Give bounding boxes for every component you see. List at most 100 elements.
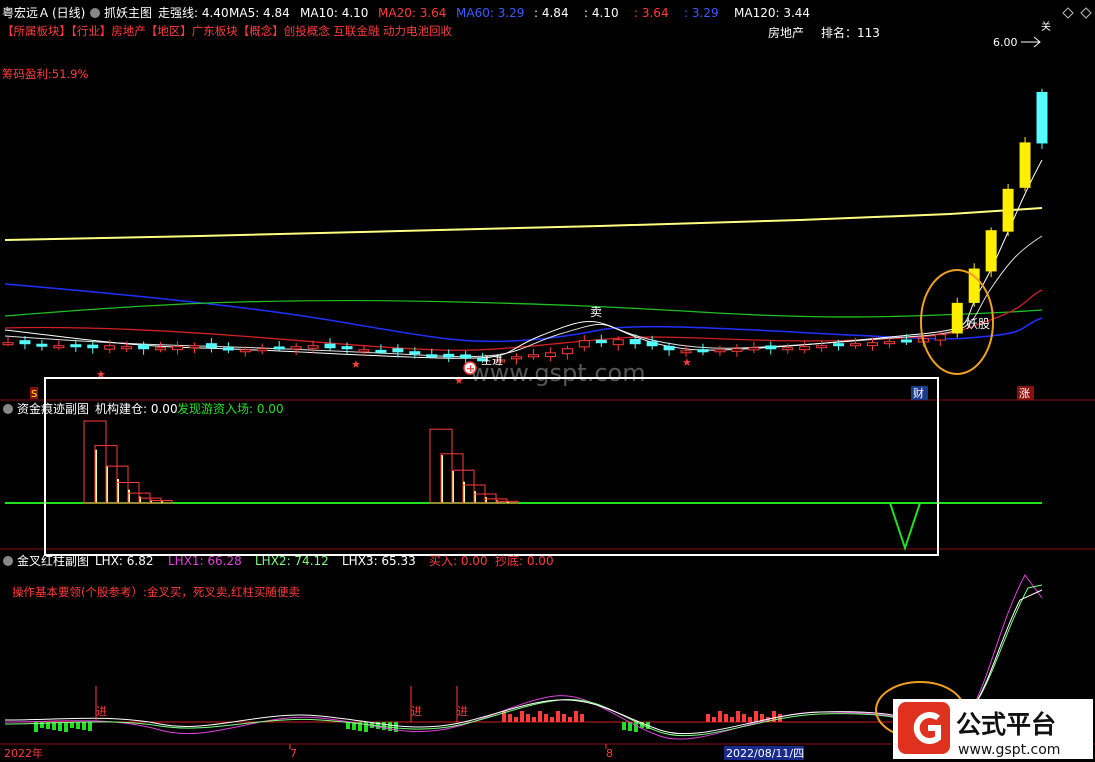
candle-body [70, 344, 82, 348]
zhang-marker: 涨 [1019, 387, 1030, 400]
stock-chart: 粤宏远Ａ (日线) 抓妖主图 走强线: 4.40 MA5: 4.84 MA10: 4… [0, 0, 1095, 762]
candle-body [561, 348, 573, 355]
candle-body [104, 345, 116, 350]
sub1-item2: 发现游资入场: 0.00 [177, 401, 284, 416]
indicator-menu-icon[interactable] [3, 556, 13, 566]
candle-body [188, 345, 200, 349]
candle-body [19, 340, 31, 345]
ma-legend-item: : 3.64 [634, 6, 669, 20]
jin-label: 进 [411, 705, 422, 718]
ma-legend-item: MA120: 3.44 [734, 6, 810, 20]
sub2-bar [562, 714, 566, 722]
candle-body [36, 343, 48, 347]
main-indicator-name: 抓妖主图 [104, 6, 152, 20]
sub2-bar [82, 722, 86, 730]
candle-body [138, 344, 150, 350]
candle-body [375, 349, 387, 353]
sub2-bar [508, 714, 512, 722]
candle-body [782, 347, 794, 351]
candle-body [883, 341, 895, 345]
candle-body [765, 345, 777, 350]
candle-body [833, 343, 845, 347]
ma-legend-item: : 4.84 [534, 6, 569, 20]
candle-body [612, 339, 624, 346]
candle-body [256, 348, 268, 352]
sub1-item1: 机构建仓: 0.00 [95, 401, 178, 416]
candle-body [850, 343, 862, 347]
candle-body [307, 345, 319, 349]
sub2-bar [70, 722, 74, 728]
ma-legend-item: : 3.29 [684, 6, 719, 20]
s-marker: S [31, 389, 37, 400]
sub2-bar [748, 717, 752, 722]
sub2-bar [556, 711, 560, 722]
sub2-bar [58, 722, 62, 731]
candle-body [155, 347, 167, 351]
ma-legend-item: MA20: 3.64 [378, 6, 446, 20]
ma-legend-item: 走强线: 4.40 [158, 6, 229, 20]
candle-body [172, 346, 184, 351]
ma-legend-item: MA60: 3.29 [456, 6, 524, 20]
sub2-legend-item: 抄底: 0.00 [495, 553, 554, 568]
candle-body [426, 354, 438, 358]
candle-body [358, 349, 370, 353]
x-label-month: 8 [606, 747, 613, 760]
indicator-menu-icon[interactable] [3, 404, 13, 414]
candle-body [680, 350, 692, 354]
logo-text: 公式平台 [956, 710, 1056, 739]
sub2-bar [550, 717, 554, 722]
candle-body [951, 302, 963, 334]
candle-body [205, 343, 217, 349]
yao-signal: 妖股 [966, 317, 990, 331]
candle-body [714, 349, 726, 353]
logo-mark [898, 702, 950, 754]
candle-body [443, 353, 455, 358]
candle-body [2, 342, 14, 346]
candle-body [1036, 91, 1048, 144]
candle-body [222, 347, 234, 351]
stock-name: 粤宏远Ａ [2, 5, 50, 20]
sub2-bar [622, 722, 626, 730]
candle-body [544, 352, 556, 358]
candle-body [290, 346, 302, 350]
sub2-bar [544, 714, 548, 722]
candle-body [697, 349, 709, 353]
jin-label: 进 [96, 705, 107, 718]
jin-label: 进 [457, 705, 468, 718]
ma-legend-item: MA10: 4.10 [300, 6, 368, 20]
sub2-bar [532, 717, 536, 722]
sub2-legend-item: LHX1: 66.28 [168, 554, 242, 568]
candle-body [341, 346, 353, 350]
sub2-bar [712, 717, 716, 722]
sub2-bar [730, 717, 734, 722]
sub2-legend-item: LHX3: 65.33 [342, 554, 416, 568]
sub2-legend-item: LHX: 6.82 [95, 554, 154, 568]
candle-body [748, 347, 760, 351]
industry-label: 房地产 [768, 25, 804, 40]
sub2-bar [520, 711, 524, 722]
star-icon: ★ [682, 356, 692, 369]
x-label-date: 2022/08/11/四 [726, 747, 804, 760]
candle-body [663, 345, 675, 351]
sub2-bar [742, 714, 746, 722]
sub2-bar [568, 717, 572, 722]
ma-legend-item: MA5: 4.84 [229, 6, 290, 20]
sub2-bar [76, 722, 80, 729]
candle-body [87, 344, 99, 349]
rank-label: 排名：113 [821, 25, 880, 40]
sub2-bar [634, 722, 638, 732]
sub2-bar [706, 714, 710, 722]
x-label-year: 2022年 [4, 746, 43, 760]
sector-line: 【所属板块】【行业】房地产【地区】广东板块【概念】创投概念 互联金融 动力电池回… [2, 24, 453, 38]
sub2-bar [718, 711, 722, 722]
candle-body [273, 346, 285, 350]
watermark: www.gspt.com [470, 359, 646, 387]
indicator-menu-icon[interactable] [90, 8, 100, 18]
candle-body [799, 346, 811, 351]
candle-body [324, 343, 336, 349]
candle-body [595, 339, 607, 344]
candle-body [934, 334, 946, 341]
sub2-bar [514, 717, 518, 722]
candle-body [409, 351, 421, 355]
star-icon: ★ [96, 368, 106, 381]
